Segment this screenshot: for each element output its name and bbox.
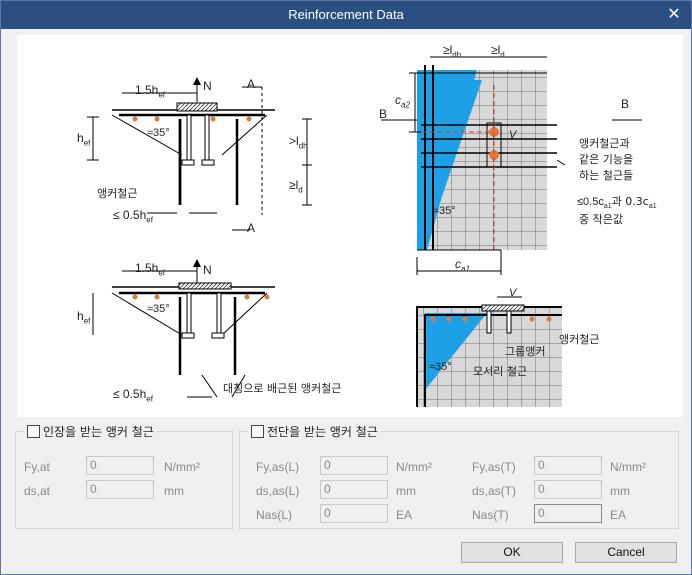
cancel-button[interactable]: Cancel bbox=[575, 542, 677, 563]
ds-as-l-unit: mm bbox=[396, 484, 416, 498]
label-ca1: ca1 bbox=[455, 257, 470, 274]
label-le-05hef-2: ≤ 0.5hef bbox=[113, 387, 153, 404]
fy-as-l-field[interactable]: 0 bbox=[320, 456, 388, 475]
fy-at-unit: N/mm² bbox=[164, 460, 200, 474]
dim-1-5hef-2: 1.5hef bbox=[135, 261, 166, 278]
label-le-05hef: ≤ 0.5hef bbox=[113, 208, 153, 225]
note-limit-2: 중 작은값 bbox=[579, 213, 623, 226]
ds-as-t-unit: mm bbox=[610, 484, 630, 498]
ds-at-label: ds,at bbox=[24, 484, 51, 498]
tension-rebar-group: 인장을 받는 앵커 철근 Fy,at 0 N/mm² ds,at 0 mm bbox=[15, 423, 233, 529]
nas-l-unit: EA bbox=[396, 508, 413, 522]
angle-35-plan: ≈35° bbox=[433, 205, 456, 217]
fy-as-t-label: Fy,as(T) bbox=[472, 460, 516, 474]
angle-35-2: ≈35° bbox=[147, 303, 170, 315]
label-n-2: N bbox=[203, 263, 212, 277]
label-ca2: ca2 bbox=[395, 93, 410, 110]
shear-group-title: 전단을 받는 앵커 철근 bbox=[248, 423, 381, 440]
ds-as-l-field[interactable]: 0 bbox=[320, 480, 388, 499]
label-ldh: >ldh bbox=[289, 134, 308, 151]
dialog-body: 1.5hef N A hef ≈35° >ldh ≥ld 앵커철근 ≤ 0.5h… bbox=[7, 29, 685, 569]
nas-t-unit: EA bbox=[610, 508, 627, 522]
label-ld-plan: ≥ld bbox=[491, 43, 505, 60]
tension-checkbox[interactable] bbox=[27, 425, 40, 438]
fy-at-field[interactable]: 0 bbox=[86, 456, 154, 475]
dialog-window: Reinforcement Data ✕ 1.5hef N A hef ≈35°… bbox=[0, 0, 692, 575]
shear-rebar-group: 전단을 받는 앵커 철근 Fy,as(L) 0 N/mm² ds,as(L) 0… bbox=[239, 423, 679, 529]
fy-as-l-unit: N/mm² bbox=[396, 460, 432, 474]
tension-diagram-bottom bbox=[92, 259, 275, 398]
label-b-left: B bbox=[379, 107, 388, 121]
label-ld: ≥ld bbox=[289, 178, 303, 195]
fy-as-l-label: Fy,as(L) bbox=[256, 460, 300, 474]
nas-l-label: Nas(L) bbox=[256, 508, 293, 522]
dim-1-5hef: 1.5hef bbox=[135, 83, 166, 100]
nas-t-label: Nas(T) bbox=[472, 508, 509, 522]
label-corner-rebar: 모서리 철근 bbox=[473, 365, 528, 378]
label-v-section: V bbox=[509, 287, 517, 299]
reinforcement-diagram: 1.5hef N A hef ≈35° >ldh ≥ld 앵커철근 ≤ 0.5h… bbox=[17, 35, 683, 417]
note-rebar-1: 앵커철근과 bbox=[579, 137, 630, 150]
label-hef-2: hef bbox=[77, 309, 91, 326]
ds-at-field[interactable]: 0 bbox=[86, 480, 154, 499]
ds-as-t-label: ds,as(T) bbox=[472, 484, 517, 498]
fy-as-t-field[interactable]: 0 bbox=[534, 456, 602, 475]
ds-as-l-label: ds,as(L) bbox=[256, 484, 300, 498]
ds-at-unit: mm bbox=[164, 484, 184, 498]
label-n: N bbox=[203, 79, 212, 93]
angle-35-top: ≈35° bbox=[147, 127, 170, 139]
nas-t-field[interactable]: 0 bbox=[534, 504, 602, 523]
angle-35-section: ≈35° bbox=[429, 361, 452, 373]
label-ldh-plan: ≥ldh bbox=[443, 43, 462, 60]
nas-l-field[interactable]: 0 bbox=[320, 504, 388, 523]
label-anchor-rebar-2: 앵커철근 bbox=[559, 333, 600, 346]
shear-checkbox[interactable] bbox=[251, 425, 264, 438]
ds-as-t-field[interactable]: 0 bbox=[534, 480, 602, 499]
note-rebar-2: 같은 기능을 bbox=[579, 153, 634, 166]
fy-as-t-unit: N/mm² bbox=[610, 460, 646, 474]
window-title: Reinforcement Data bbox=[288, 7, 404, 22]
note-rebar-3: 하는 철근들 bbox=[579, 169, 634, 182]
tension-group-title: 인장을 받는 앵커 철근 bbox=[24, 423, 157, 440]
ok-button[interactable]: OK bbox=[461, 542, 563, 563]
close-icon[interactable]: ✕ bbox=[665, 5, 683, 23]
label-a-bottom: A bbox=[247, 221, 256, 235]
label-anchor-rebar: 앵커철근 bbox=[97, 187, 138, 200]
title-bar: Reinforcement Data ✕ bbox=[1, 1, 691, 29]
fy-at-label: Fy,at bbox=[24, 460, 50, 474]
label-a-top: A bbox=[247, 77, 256, 91]
label-b-right: B bbox=[621, 97, 630, 111]
label-v-plan: V bbox=[509, 129, 517, 141]
label-hef: hef bbox=[77, 131, 91, 148]
label-group-anchor: 그룹앵커 bbox=[505, 345, 546, 358]
label-symmetric-rebar: 대칭으로 배근된 앵커철근 bbox=[223, 382, 342, 395]
note-limit: ≤0.5ca1과 0.3ca1 bbox=[577, 195, 657, 211]
